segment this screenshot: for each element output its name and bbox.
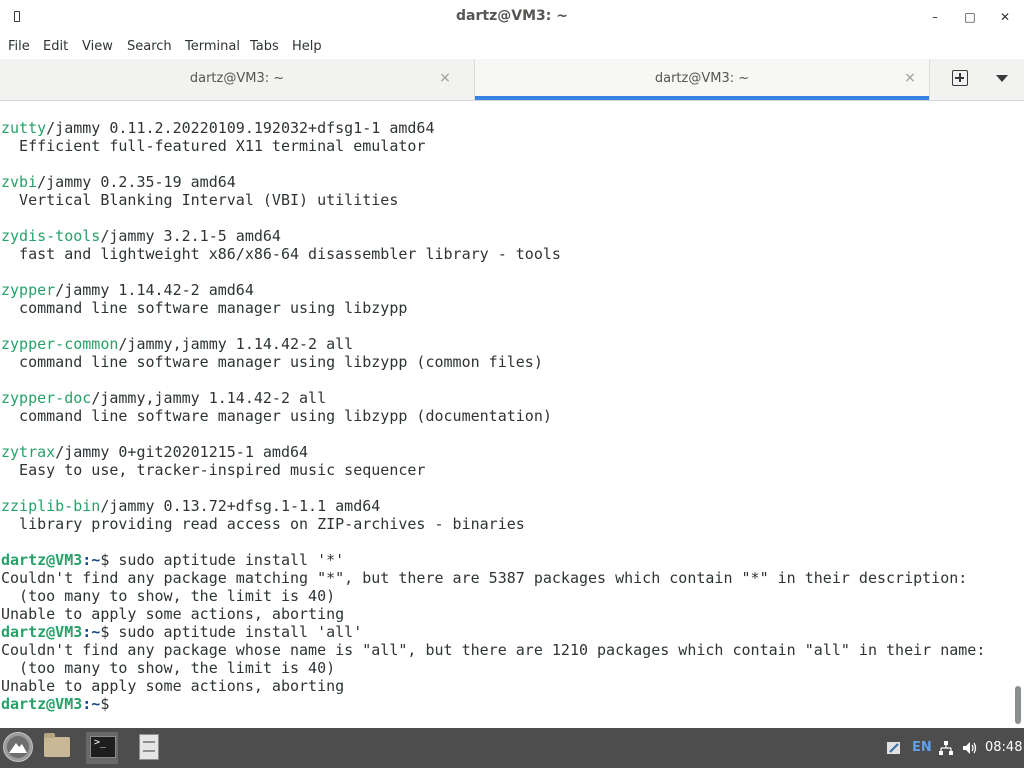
tab-1[interactable]: dartz@VM3: ~ ×: [0, 59, 474, 100]
terminal-line: dartz@VM3:~$: [1, 695, 985, 713]
prompt-path: :~: [82, 551, 101, 569]
close-button[interactable]: ✕: [996, 8, 1014, 26]
menu-edit[interactable]: Edit: [43, 39, 68, 54]
terminal-line: Unable to apply some actions, aborting: [1, 605, 345, 623]
terminal-line: Couldn't find any package whose name is …: [1, 641, 986, 659]
terminal-line: dartz@VM3:~$ sudo aptitude install 'all': [1, 623, 985, 641]
scrollbar-thumb[interactable]: [1015, 686, 1021, 724]
terminal-line: dartz@VM3:~$ sudo aptitude install '*': [1, 551, 985, 569]
title-bar: dartz@VM3: ~ – □ ✕: [0, 0, 1024, 35]
tab-label: dartz@VM3: ~: [654, 71, 750, 86]
package-version: /jammy 1.14.42-2 amd64: [55, 281, 254, 299]
clock[interactable]: 08:48: [985, 728, 1022, 768]
taskbar: >_ EN 08:48: [0, 728, 1024, 768]
package-name: zypper-doc: [1, 389, 92, 407]
tab-bar: dartz@VM3: ~ × dartz@VM3: ~ ×: [0, 59, 1024, 101]
keyboard-layout[interactable]: EN: [912, 728, 932, 768]
package-version: /jammy,jammy 1.14.42-2 all: [118, 335, 354, 353]
terminal-line: command line software manager using libz…: [1, 407, 552, 425]
window-title: dartz@VM3: ~: [456, 8, 568, 24]
prompt-path: :~: [82, 623, 101, 641]
menu-bar: File Edit View Search Terminal Tabs Help: [0, 35, 1024, 59]
package-name: zytrax: [1, 443, 56, 461]
package-name: zydis-tools: [1, 227, 101, 245]
terminal-line: zypper-doc/jammy,jammy 1.14.42-2 all: [1, 389, 985, 407]
package-version: /jammy 0+git20201215-1 amd64: [55, 443, 309, 461]
new-tab-icon[interactable]: [952, 70, 968, 86]
volume-icon[interactable]: [961, 728, 977, 768]
terminal-line: zutty/jammy 0.11.2.20220109.192032+dfsg1…: [1, 119, 985, 137]
menu-help[interactable]: Help: [292, 39, 322, 54]
chevron-down-icon[interactable]: [996, 75, 1008, 82]
terminal-line: command line software manager using libz…: [1, 353, 543, 371]
terminal-line: Vertical Blanking Interval (VBI) utiliti…: [1, 191, 399, 209]
terminal-line: Unable to apply some actions, aborting: [1, 677, 345, 695]
terminal-line: zvbi/jammy 0.2.35-19 amd64: [1, 173, 985, 191]
prompt-user: dartz@VM3: [1, 623, 83, 641]
terminal-line: library providing read access on ZIP-arc…: [1, 515, 525, 533]
terminal-line: fast and lightweight x86/x86-64 disassem…: [1, 245, 561, 263]
package-version: /jammy 0.13.72+dfsg.1-1.1 amd64: [100, 497, 381, 515]
terminal-line: zytrax/jammy 0+git20201215-1 amd64: [1, 443, 985, 461]
tab-close-icon[interactable]: ×: [902, 69, 918, 87]
terminal-icon[interactable]: >_: [90, 736, 116, 758]
tab-close-icon[interactable]: ×: [437, 69, 453, 87]
terminal-line: (too many to show, the limit is 40): [1, 659, 336, 677]
package-name: zvbi: [1, 173, 38, 191]
mountain-icon: [7, 736, 29, 758]
tab-label: dartz@VM3: ~: [189, 71, 285, 86]
package-version: /jammy 0.2.35-19 amd64: [37, 173, 236, 191]
terminal-line: (too many to show, the limit is 40): [1, 587, 336, 605]
terminal-line: zydis-tools/jammy 3.2.1-5 amd64: [1, 227, 985, 245]
tab-2[interactable]: dartz@VM3: ~ ×: [475, 59, 929, 100]
package-name: zziplib-bin: [1, 497, 101, 515]
prompt-user: dartz@VM3: [1, 551, 83, 569]
terminal-line: zypper-common/jammy,jammy 1.14.42-2 all: [1, 335, 985, 353]
file-cabinet-icon[interactable]: [139, 734, 159, 760]
package-name: zypper: [1, 281, 56, 299]
menu-terminal[interactable]: Terminal: [185, 39, 240, 54]
menu-tabs[interactable]: Tabs: [250, 39, 279, 54]
scrollbar[interactable]: [1012, 101, 1024, 728]
pen-icon[interactable]: [886, 728, 902, 768]
package-version: /jammy 3.2.1-5 amd64: [100, 227, 281, 245]
menu-icon[interactable]: [3, 732, 33, 762]
menu-file[interactable]: File: [8, 39, 30, 54]
prompt-user: dartz@VM3: [1, 695, 83, 713]
terminal-line: command line software manager using libz…: [1, 299, 408, 317]
package-version: /jammy 0.11.2.20220109.192032+dfsg1-1 am…: [46, 119, 435, 137]
terminal-line: zziplib-bin/jammy 0.13.72+dfsg.1-1.1 amd…: [1, 497, 985, 515]
prompt-command: $: [100, 695, 119, 713]
prompt-command: $ sudo aptitude install 'all': [100, 623, 363, 641]
network-icon[interactable]: [938, 728, 954, 768]
terminal-line: zypper/jammy 1.14.42-2 amd64: [1, 281, 985, 299]
package-version: /jammy,jammy 1.14.42-2 all: [91, 389, 327, 407]
menu-view[interactable]: View: [82, 39, 113, 54]
package-name: zypper-common: [1, 335, 119, 353]
terminal-line: Efficient full-featured X11 terminal emu…: [1, 137, 426, 155]
file-manager-icon[interactable]: [44, 733, 70, 757]
package-name: zutty: [1, 119, 47, 137]
prompt-command: $ sudo aptitude install '*': [100, 551, 345, 569]
terminal-output[interactable]: zutty/jammy 0.11.2.20220109.192032+dfsg1…: [0, 101, 1012, 728]
prompt-path: :~: [82, 695, 101, 713]
tab-divider: [929, 59, 930, 100]
terminal-line: Easy to use, tracker-inspired music sequ…: [1, 461, 426, 479]
minimize-button[interactable]: –: [926, 8, 944, 26]
terminal-line: Couldn't find any package matching "*", …: [1, 569, 968, 587]
maximize-button[interactable]: □: [961, 8, 979, 26]
menu-search[interactable]: Search: [127, 39, 172, 54]
terminal-text: zutty/jammy 0.11.2.20220109.192032+dfsg1…: [1, 119, 985, 713]
